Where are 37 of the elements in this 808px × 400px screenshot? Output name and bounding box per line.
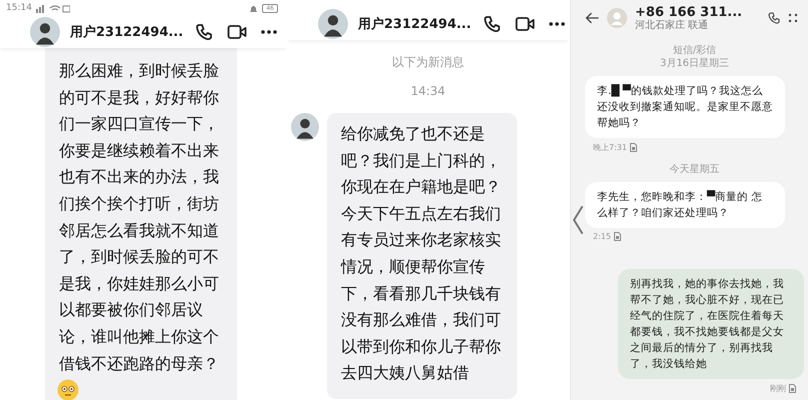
system-notice: 14:34: [410, 83, 446, 100]
message-time: 2:15: [593, 232, 611, 241]
more-icon[interactable]: [549, 22, 566, 26]
sim-card-icon: [614, 232, 621, 241]
avatar-icon: [318, 9, 348, 39]
date-label: 短信/彩信: [672, 44, 718, 57]
contact-name[interactable]: 用户23122494...: [358, 15, 472, 33]
chevron-icon[interactable]: [572, 205, 584, 235]
phone-icon[interactable]: [483, 15, 502, 33]
message-bubble: 给你减免了也不还是吧？我们是上门科的，你现在在户籍地是吧？今天下午五点左右我们有专员过来你老家核实情况，顺便帮你宣传下，看看那几千块钱有没有那么难借，我们可以带到你和你儿子帮你去四大姨八舅姑借: [327, 113, 517, 399]
message-bubble: 李先生，您昨晚和李：▀商量的 怎么样了？咱们家还处理吗？: [585, 182, 785, 228]
contact-number[interactable]: +86 166 311...: [635, 4, 742, 20]
contact-name[interactable]: 用户23122494...: [70, 23, 184, 41]
back-icon[interactable]: [585, 12, 599, 24]
video-call-icon[interactable]: [515, 16, 536, 32]
sim-card-icon: [630, 143, 637, 152]
phone-icon[interactable]: [768, 12, 780, 24]
video-call-icon[interactable]: [227, 24, 248, 40]
message-bubble: 别再找我，她的事你去找她，我帮不了她，我心脏不好，现在已经气的住院了，在医院住着每天都要钱，我不找她要钱都是父女之间最后的情分了，别再找我了，我没钱给她: [618, 269, 804, 379]
avatar-icon: [30, 17, 60, 47]
message-bubble: 那么困难，到时候丢脸的可不是我，好好帮你们一家四口宣传一下，你要是继续赖着不出来也有不出来的办法，我们挨个挨个打听，街坊邻居怎么看我就不知道了，到时候丢脸的可不是我，你娃娃那么小可以都要被你们邻居议论，谁叫他摊上你这个借钱不还跑路的母亲？: [45, 48, 237, 378]
contact-location: 河北石家庄 联通: [635, 20, 708, 32]
message-time: 刚刚: [770, 383, 786, 394]
sim-card-icon: [789, 384, 796, 393]
message-bubble: 李.█ ▀的钱款处理了吗？我这怎么还没收到撤案通知呢。是家里不愿意帮她吗？: [585, 76, 785, 138]
avatar-icon: [607, 8, 627, 28]
signal-icon: [36, 4, 70, 12]
system-notice: 以下为新消息: [391, 54, 465, 71]
more-icon[interactable]: [788, 13, 798, 23]
status-time: 15:14: [6, 3, 32, 13]
avatar-icon: [291, 113, 319, 141]
more-icon[interactable]: [261, 30, 278, 34]
phone-icon[interactable]: [195, 23, 214, 41]
date-label: 今天星期五: [668, 163, 720, 176]
message-time: 晚上7:31: [593, 142, 627, 153]
smiley-icon: [57, 379, 79, 400]
date-label: 3月16日星期三: [658, 57, 730, 70]
